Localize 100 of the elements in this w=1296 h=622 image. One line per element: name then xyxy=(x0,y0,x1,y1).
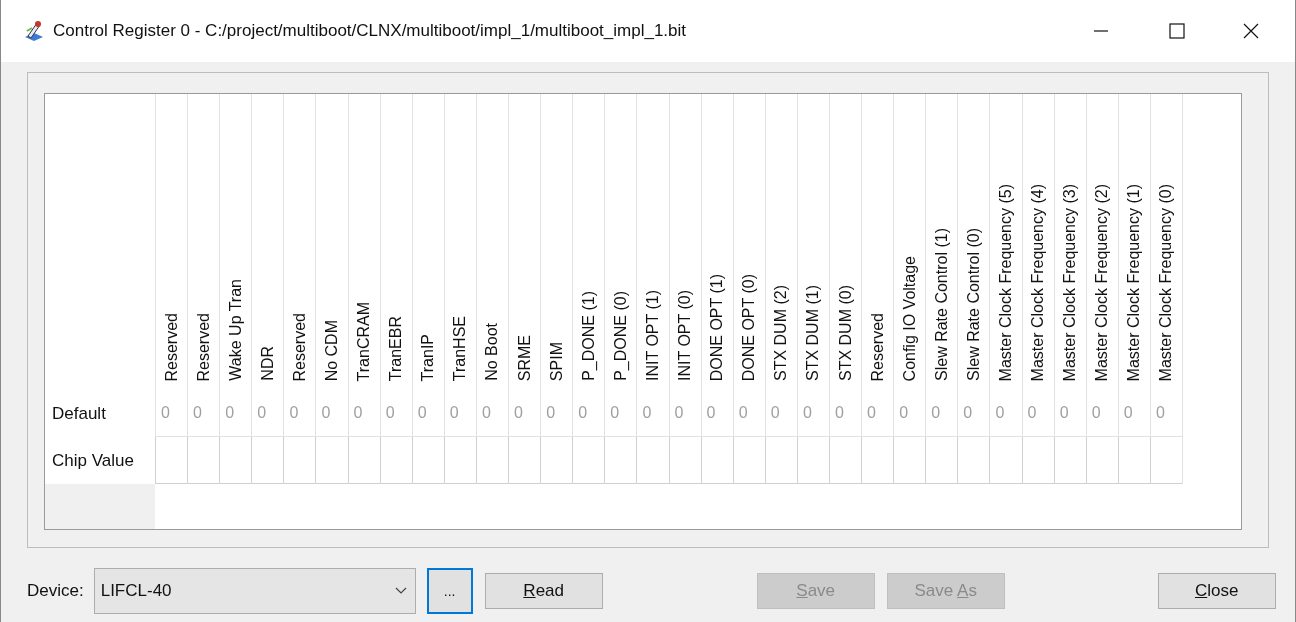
table-cell[interactable] xyxy=(861,437,894,484)
table-cell[interactable]: 0 xyxy=(861,390,894,437)
table-cell[interactable] xyxy=(379,437,412,484)
table-cell[interactable]: 0 xyxy=(957,390,990,437)
action-button[interactable]: Read xyxy=(484,573,603,609)
table-cell[interactable] xyxy=(219,437,252,484)
column-label: Master Clock Frequency (4) xyxy=(1028,183,1048,381)
table-cell[interactable]: 0 xyxy=(475,390,509,437)
table-cell[interactable] xyxy=(283,437,316,484)
column-label: Master Clock Frequency (5) xyxy=(996,183,1015,381)
table-cell[interactable]: 0 xyxy=(636,390,669,437)
table-cell[interactable] xyxy=(475,437,509,484)
table-cell[interactable] xyxy=(347,437,380,484)
column-label: TranEBR xyxy=(386,315,406,381)
column-label: Reserved xyxy=(867,312,887,381)
table-cell[interactable]: 0 xyxy=(411,390,444,437)
table-cell[interactable] xyxy=(668,437,701,484)
table-cell[interactable] xyxy=(508,437,541,484)
table-cell[interactable] xyxy=(989,437,1022,484)
column-label: Reserved xyxy=(161,312,181,381)
table-cell[interactable] xyxy=(540,437,573,484)
column-label: DONE OPT (1) xyxy=(707,273,727,381)
table-cell[interactable]: 0 xyxy=(796,390,829,437)
row-header: Chip Value xyxy=(52,449,134,472)
device-select[interactable]: LIFCL-40 xyxy=(93,568,416,614)
table-cell[interactable] xyxy=(828,437,862,484)
table-cell[interactable]: 0 xyxy=(540,390,573,437)
table-cell[interactable]: 0 xyxy=(925,390,958,437)
table-cell[interactable] xyxy=(155,437,188,484)
table-cell[interactable] xyxy=(443,437,476,484)
row-header: Default xyxy=(52,402,106,425)
table-cell[interactable]: 0 xyxy=(155,390,188,437)
table-cell[interactable]: 0 xyxy=(828,390,862,437)
table-cell[interactable] xyxy=(187,437,220,484)
table-cell[interactable] xyxy=(604,437,637,484)
table-cell[interactable]: 0 xyxy=(187,390,220,437)
column-label: Reserved xyxy=(289,312,309,381)
column-label: P_DONE (1) xyxy=(578,291,598,381)
column-label: SPIM xyxy=(546,341,566,381)
column-label: INIT OPT (1) xyxy=(642,290,662,381)
table-cell[interactable] xyxy=(636,437,669,484)
table-cell[interactable] xyxy=(796,437,829,484)
browse-button[interactable]: ... xyxy=(426,568,473,614)
table-cell[interactable] xyxy=(700,437,733,484)
table-cell[interactable]: 0 xyxy=(1021,390,1054,437)
table-cell[interactable]: 0 xyxy=(572,390,605,437)
column-label: STX DUM (0) xyxy=(835,285,855,381)
action-button[interactable]: Close xyxy=(1157,573,1276,609)
column-label: INIT OPT (0) xyxy=(675,290,695,381)
table-cell[interactable]: 0 xyxy=(219,390,252,437)
column-label: STX DUM (1) xyxy=(803,285,823,381)
column-label: Master Clock Frequency (1) xyxy=(1124,183,1144,381)
table-cell[interactable]: 0 xyxy=(732,390,765,437)
table-cell[interactable]: 0 xyxy=(283,390,316,437)
column-label: STX DUM (2) xyxy=(771,285,791,381)
table-cell[interactable] xyxy=(925,437,958,484)
table-cell[interactable] xyxy=(1021,437,1054,484)
table-cell[interactable] xyxy=(1053,437,1086,484)
table-cell[interactable] xyxy=(315,437,348,484)
table-cell[interactable]: 0 xyxy=(251,390,284,437)
table-cell[interactable]: 0 xyxy=(379,390,412,437)
table-cell[interactable]: 0 xyxy=(315,390,348,437)
column-label: SRME xyxy=(514,334,534,381)
table-cell[interactable] xyxy=(1085,437,1118,484)
table-cell[interactable]: 0 xyxy=(1149,390,1182,437)
table-cell[interactable] xyxy=(251,437,284,484)
table-cell[interactable]: 0 xyxy=(1085,390,1118,437)
table-cell[interactable]: 0 xyxy=(700,390,733,437)
table-cell[interactable]: 0 xyxy=(668,390,701,437)
column-label: TranCRAM xyxy=(354,301,374,381)
table-cell[interactable]: 0 xyxy=(764,390,797,437)
column-label: Master Clock Frequency (2) xyxy=(1092,183,1112,381)
table-cell[interactable]: 0 xyxy=(508,390,541,437)
chevron-down-icon xyxy=(394,587,407,595)
table-cell[interactable] xyxy=(572,437,605,484)
maximize-icon[interactable] xyxy=(1169,23,1185,39)
table-cell[interactable] xyxy=(732,437,765,484)
column-label: DONE OPT (0) xyxy=(739,273,759,381)
table-cell[interactable]: 0 xyxy=(604,390,637,437)
column-label: Slew Rate Control (1) xyxy=(931,228,951,381)
table-cell[interactable] xyxy=(957,437,990,484)
table-cell[interactable]: 0 xyxy=(893,390,926,437)
column-label: Master Clock Frequency (3) xyxy=(1060,183,1080,381)
column-label: Wake Up Tran xyxy=(225,279,245,381)
table-cell[interactable] xyxy=(1149,437,1182,484)
table-cell[interactable]: 0 xyxy=(1117,390,1150,437)
table-cell[interactable]: 0 xyxy=(443,390,476,437)
column-label: P_DONE (0) xyxy=(610,291,630,381)
table-cell[interactable]: 0 xyxy=(989,390,1022,437)
table-cell[interactable]: 0 xyxy=(1053,390,1086,437)
column-label: Reserved xyxy=(193,312,213,381)
close-icon[interactable] xyxy=(1243,23,1259,39)
table-cell[interactable] xyxy=(893,437,926,484)
table-cell[interactable]: 0 xyxy=(347,390,380,437)
column-label: TranHSE xyxy=(450,315,470,381)
table-cell[interactable] xyxy=(411,437,444,484)
table-cell[interactable] xyxy=(1117,437,1150,484)
table-cell[interactable] xyxy=(764,437,797,484)
column-label: Slew Rate Control (0) xyxy=(963,228,983,381)
device-label: Device: xyxy=(27,580,84,603)
